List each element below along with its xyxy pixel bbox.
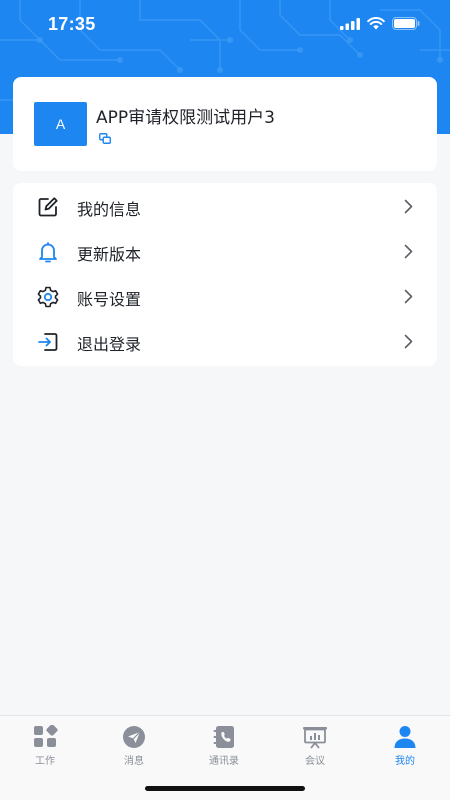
avatar[interactable]: A bbox=[34, 102, 87, 146]
edit-icon bbox=[38, 197, 58, 217]
menu-item-logout[interactable]: 退出登录 bbox=[13, 319, 437, 364]
tab-work[interactable]: 工作 bbox=[10, 725, 80, 769]
tab-contacts[interactable]: 通讯录 bbox=[189, 725, 259, 769]
chevron-right-icon bbox=[404, 244, 413, 259]
chevron-right-icon bbox=[404, 334, 413, 349]
status-time: 17:35 bbox=[48, 14, 96, 34]
chevron-right-icon bbox=[404, 199, 413, 214]
tab-label: 会议 bbox=[305, 756, 325, 767]
tab-label: 工作 bbox=[35, 756, 55, 767]
message-icon bbox=[123, 726, 145, 748]
tab-meetings[interactable]: 会议 bbox=[280, 725, 350, 769]
bell-icon bbox=[39, 242, 57, 263]
signal-icon bbox=[340, 17, 360, 30]
settings-menu: 我的信息 更新版本 账号设置 退出登录 bbox=[13, 183, 437, 366]
menu-item-update-version[interactable]: 更新版本 bbox=[13, 229, 437, 274]
menu-item-my-info[interactable]: 我的信息 bbox=[13, 184, 437, 229]
tab-label: 我的 bbox=[395, 756, 415, 767]
chevron-right-icon bbox=[404, 289, 413, 304]
tab-label: 消息 bbox=[124, 756, 144, 767]
logout-icon bbox=[38, 333, 58, 351]
tab-label: 通讯录 bbox=[209, 756, 239, 767]
meeting-icon bbox=[303, 727, 327, 749]
menu-item-label: 退出登录 bbox=[77, 335, 142, 354]
user-name: APP审请权限测试用户3 bbox=[96, 108, 275, 128]
status-icons bbox=[340, 17, 420, 30]
menu-item-account-settings[interactable]: 账号设置 bbox=[13, 274, 437, 319]
switch-account-icon[interactable] bbox=[99, 133, 111, 144]
menu-item-label: 更新版本 bbox=[77, 245, 142, 264]
battery-icon bbox=[392, 17, 420, 30]
gear-icon bbox=[37, 286, 59, 308]
wifi-icon bbox=[367, 17, 385, 30]
profile-card[interactable]: A APP审请权限测试用户3 bbox=[13, 77, 437, 171]
tab-messages[interactable]: 消息 bbox=[99, 725, 169, 769]
menu-item-label: 账号设置 bbox=[77, 290, 142, 309]
contacts-icon bbox=[213, 726, 234, 748]
person-icon bbox=[394, 726, 416, 748]
status-bar: 17:35 bbox=[0, 0, 450, 48]
grid-icon bbox=[34, 725, 58, 747]
tab-me[interactable]: 我的 bbox=[370, 725, 440, 769]
menu-item-label: 我的信息 bbox=[77, 200, 142, 219]
home-indicator[interactable] bbox=[145, 786, 305, 791]
